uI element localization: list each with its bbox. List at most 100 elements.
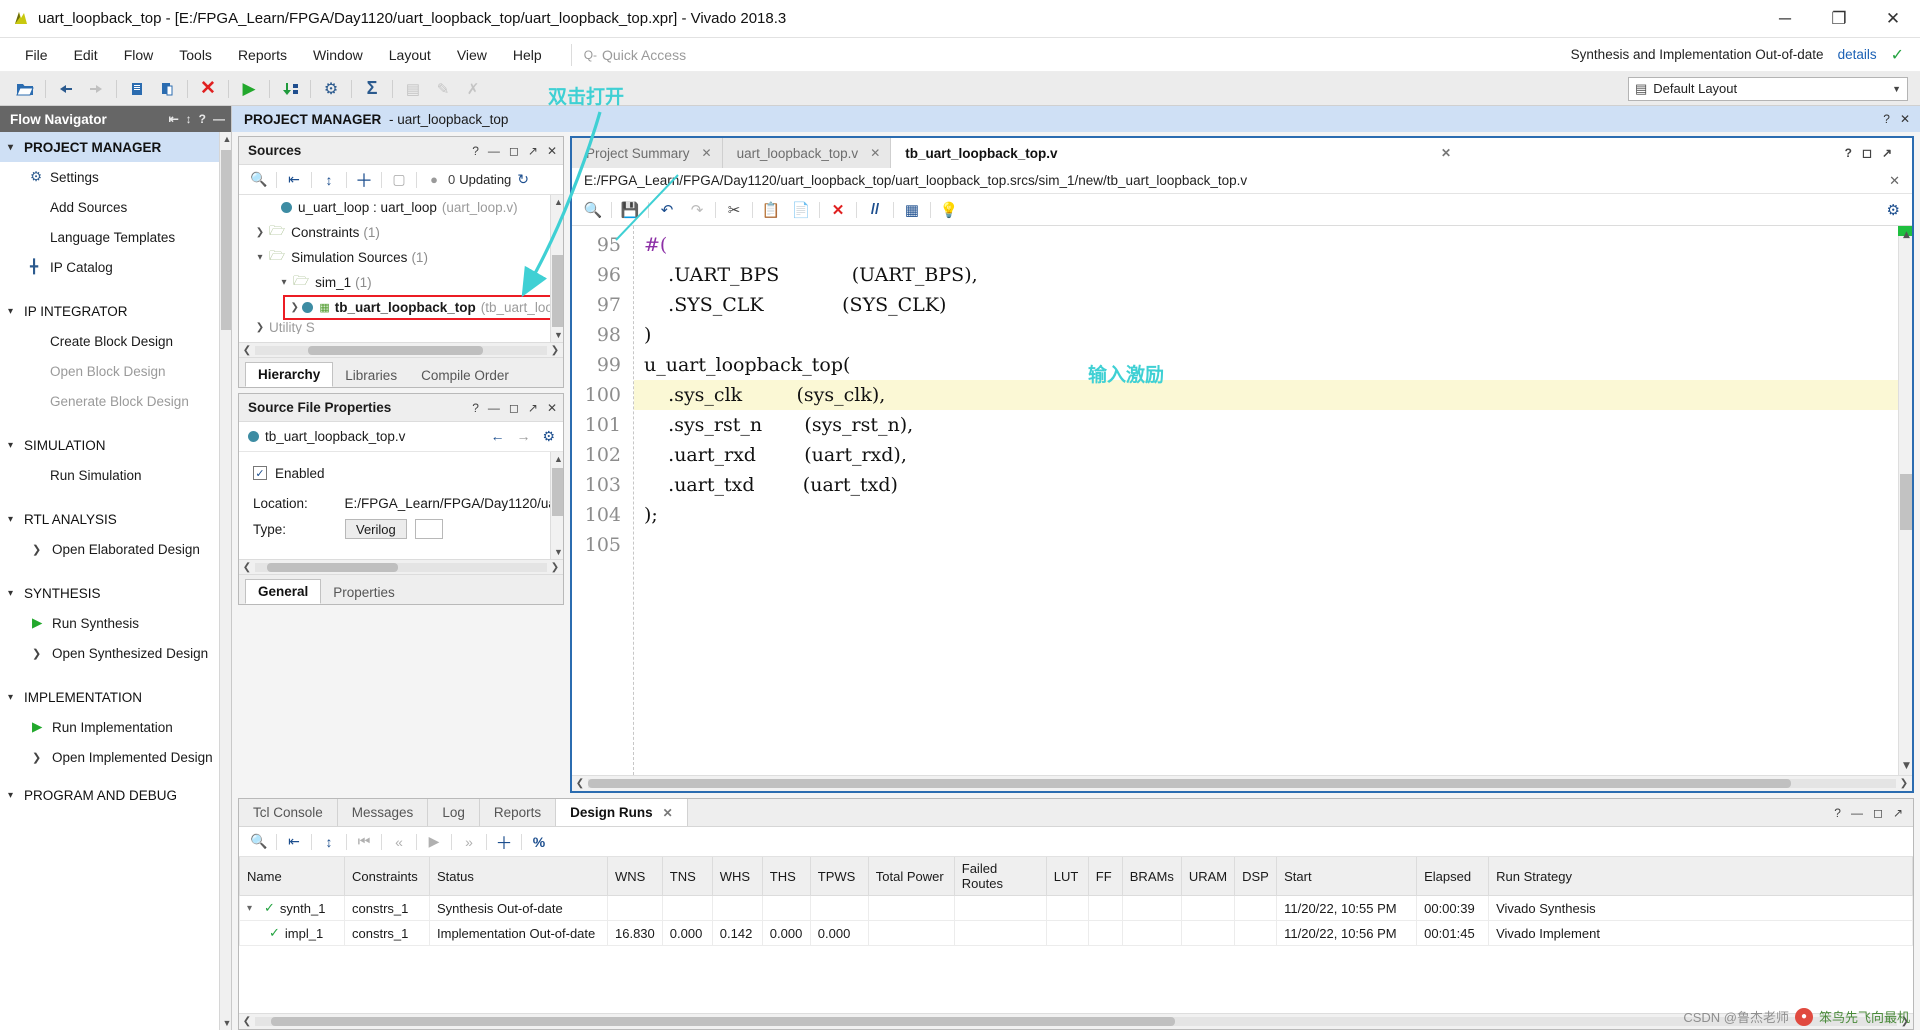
search-icon[interactable]: 🔍 [245, 168, 273, 192]
chevron-down-icon[interactable]: ▾ [251, 252, 269, 263]
scroll-down-arrow-icon[interactable]: ▼ [1901, 761, 1912, 771]
scrollbar-thumb[interactable] [588, 779, 1792, 788]
scrollbar-thumb[interactable] [271, 1017, 1175, 1026]
col-ths[interactable]: THS [761, 857, 811, 896]
collapse-all-icon[interactable]: ⇤ [280, 168, 308, 192]
gear-icon[interactable]: ⚙ [1887, 201, 1912, 219]
help-icon[interactable]: ? [1834, 806, 1841, 820]
scroll-left-arrow-icon[interactable]: ❮ [239, 1016, 255, 1027]
percent-icon[interactable]: % [525, 830, 553, 854]
close-icon[interactable]: ✕ [702, 146, 712, 160]
float-icon[interactable]: ↗ [528, 401, 538, 415]
sidebar-item-run-synthesis[interactable]: ▶ Run Synthesis [0, 608, 231, 638]
copy-icon[interactable]: 📋 [756, 197, 786, 223]
search-icon[interactable]: 🔍 [245, 830, 273, 854]
tab-project-summary[interactable]: Project Summary ✕ [572, 138, 723, 168]
quick-access-input[interactable]: Q- Quick Access [570, 43, 771, 66]
gear-icon[interactable]: ⚙ [316, 76, 346, 102]
help-icon[interactable]: ? [1883, 112, 1890, 126]
console-horizontal-scrollbar[interactable]: ❮ ❯ [239, 1013, 1913, 1029]
tree-item-sim-1[interactable]: ▾ 🗁 sim_1 (1) [239, 270, 563, 295]
sidebar-item-open-synthesized-design[interactable]: ❯ Open Synthesized Design [0, 638, 231, 668]
tab-reports[interactable]: Reports [480, 799, 557, 826]
minimize-icon[interactable]: — [488, 144, 500, 158]
sidebar-section-ip-integrator[interactable]: ▾ IP INTEGRATOR [0, 296, 231, 326]
tab-uart-loopback-top-v[interactable]: uart_loopback_top.v ✕ [723, 138, 892, 168]
tab-compile-order[interactable]: Compile Order [409, 364, 521, 387]
next-icon[interactable]: » [455, 830, 483, 854]
undo-icon[interactable] [51, 76, 81, 102]
col-constraints[interactable]: Constraints [344, 857, 430, 896]
source-properties-scrollbar[interactable]: ▲ ▼ [550, 452, 563, 559]
expand-all-icon[interactable]: ↕ [315, 830, 343, 854]
collapse-all-icon[interactable]: ⇤ [280, 830, 308, 854]
help-icon[interactable]: ? [1845, 146, 1852, 160]
scrollbar-thumb[interactable] [266, 562, 399, 572]
paste-icon[interactable]: 📄 [786, 197, 816, 223]
col-name[interactable]: Name [239, 857, 345, 896]
col-brams[interactable]: BRAMs [1121, 857, 1182, 896]
scroll-up-arrow-icon[interactable]: ▲ [553, 197, 563, 207]
scrollbar-track[interactable] [255, 1017, 1897, 1026]
sidebar-item-add-sources[interactable]: Add Sources [0, 192, 231, 222]
scroll-left-arrow-icon[interactable]: ❮ [239, 345, 255, 356]
delete-icon[interactable]: ✕ [823, 197, 853, 223]
sidebar-section-program-and-debug[interactable]: ▾ PROGRAM AND DEBUG [0, 786, 231, 804]
menu-help[interactable]: Help [500, 43, 555, 67]
close-icon[interactable]: ✕ [1441, 146, 1451, 160]
type-extra-field[interactable] [414, 519, 443, 539]
prev-icon[interactable]: « [385, 830, 413, 854]
sidebar-item-open-elaborated-design[interactable]: ❯ Open Elaborated Design [0, 534, 231, 564]
bulb-icon[interactable]: 💡 [934, 197, 964, 223]
float-icon[interactable]: ↗ [1882, 146, 1892, 160]
col-ff[interactable]: FF [1087, 857, 1123, 896]
sidebar-item-ip-catalog[interactable]: ╋ IP Catalog [0, 252, 231, 282]
maximize-icon[interactable]: ◻ [509, 144, 519, 158]
close-icon[interactable]: ✕ [663, 806, 673, 820]
scroll-down-arrow-icon[interactable]: ▼ [553, 547, 563, 557]
maximize-icon[interactable]: ◻ [1873, 806, 1883, 820]
code-horizontal-scrollbar[interactable]: ❮ ❯ [572, 775, 1912, 791]
sum-sigma-icon[interactable]: Σ [357, 76, 387, 102]
sidebar-item-language-templates[interactable]: Language Templates [0, 222, 231, 252]
delete-icon[interactable]: ✕ [193, 76, 223, 102]
menu-edit[interactable]: Edit [61, 43, 111, 67]
tree-item-utility-sources-clipped[interactable]: ❯ Utility S [239, 320, 563, 334]
tab-libraries[interactable]: Libraries [333, 364, 409, 387]
sidebar-section-synthesis[interactable]: ▾ SYNTHESIS [0, 578, 231, 608]
tree-item-u-uart-loop[interactable]: u_uart_loop : uart_loop (uart_loop.v) [239, 195, 563, 220]
tab-hierarchy[interactable]: Hierarchy [245, 362, 334, 387]
col-total-power[interactable]: Total Power [867, 857, 955, 896]
col-start[interactable]: Start [1276, 857, 1418, 896]
sources-tree[interactable]: u_uart_loop : uart_loop (uart_loop.v) ❯ … [239, 195, 563, 342]
scroll-left-arrow-icon[interactable]: ❮ [239, 562, 255, 573]
code-text-area[interactable]: #( .UART_BPS (UART_BPS), .SYS_CLK (SYS_C… [634, 226, 1912, 775]
float-icon[interactable]: ↗ [528, 144, 538, 158]
sidebar-item-run-implementation[interactable]: ▶ Run Implementation [0, 712, 231, 742]
help-icon[interactable]: ? [472, 401, 479, 415]
tab-design-runs[interactable]: Design Runs ✕ [556, 799, 688, 826]
sidebar-item-create-block-design[interactable]: Create Block Design [0, 326, 231, 356]
menu-view[interactable]: View [444, 43, 500, 67]
float-icon[interactable]: ↗ [1893, 806, 1903, 820]
scrollbar-thumb[interactable] [1900, 474, 1912, 530]
search-icon[interactable]: 🔍 [578, 197, 608, 223]
menu-layout[interactable]: Layout [376, 43, 444, 67]
type-value-dropdown[interactable]: Verilog [345, 519, 407, 539]
chevron-down-icon[interactable]: ▾ [247, 903, 259, 914]
source-properties-horizontal-scrollbar[interactable]: ❮ ❯ [239, 559, 563, 574]
code-vertical-scrollbar[interactable]: ▲ ▼ [1898, 226, 1912, 775]
scroll-left-arrow-icon[interactable]: ❮ [572, 778, 588, 789]
menu-flow[interactable]: Flow [111, 43, 167, 67]
scroll-down-arrow-icon[interactable]: ▼ [222, 1018, 231, 1028]
indent-icon[interactable]: ▦ [897, 197, 927, 223]
maximize-icon[interactable]: ◻ [1862, 146, 1872, 160]
col-status[interactable]: Status [429, 857, 608, 896]
code-view[interactable]: 95 96 97 98 99 100 101 102 103 104 105 #… [572, 226, 1912, 775]
expand-all-icon[interactable]: ↕ [315, 168, 343, 192]
tab-tcl-console[interactable]: Tcl Console [239, 799, 338, 826]
tab-tb-uart-loopback-top-v[interactable]: tb_uart_loopback_top.v ✕ ? ◻ ↗ [891, 138, 1912, 168]
col-tns[interactable]: TNS [661, 857, 713, 896]
col-run-strategy[interactable]: Run Strategy [1488, 857, 1913, 896]
scroll-down-arrow-icon[interactable]: ▼ [553, 330, 563, 340]
